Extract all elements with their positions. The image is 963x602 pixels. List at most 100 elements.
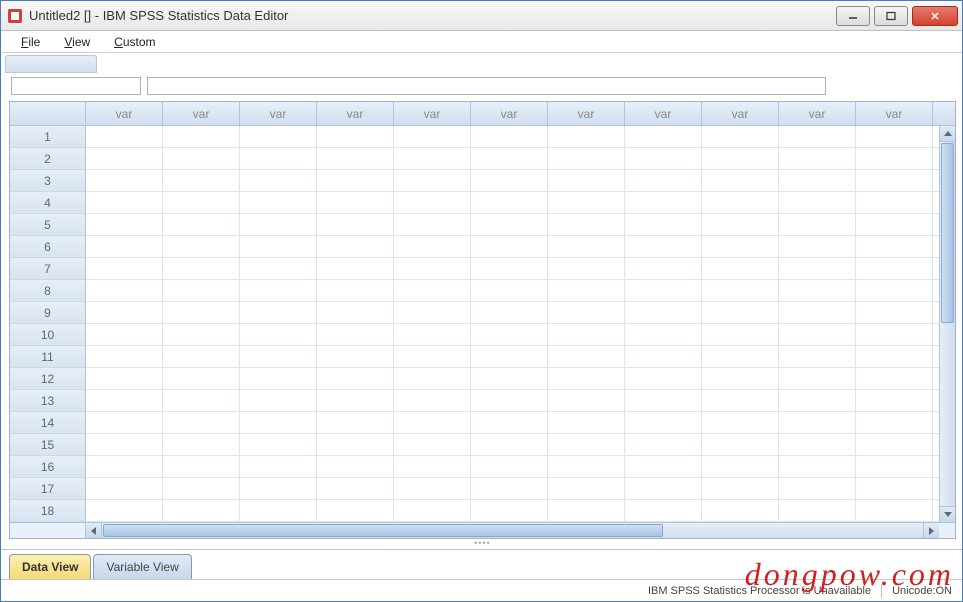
cell[interactable]: [317, 258, 394, 279]
cell[interactable]: [394, 500, 471, 521]
cell[interactable]: [625, 302, 702, 323]
cell[interactable]: [317, 500, 394, 521]
cell[interactable]: [625, 258, 702, 279]
cell[interactable]: [625, 192, 702, 213]
row-header[interactable]: 15: [10, 434, 86, 456]
cell[interactable]: [625, 126, 702, 147]
cell[interactable]: [240, 500, 317, 521]
cell[interactable]: [856, 346, 933, 367]
cell[interactable]: [779, 500, 856, 521]
cell[interactable]: [779, 126, 856, 147]
cell[interactable]: [317, 346, 394, 367]
cell[interactable]: [625, 214, 702, 235]
cell[interactable]: [625, 368, 702, 389]
cell[interactable]: [779, 368, 856, 389]
cell[interactable]: [86, 236, 163, 257]
cell[interactable]: [317, 148, 394, 169]
row-header[interactable]: 9: [10, 302, 86, 324]
row-header[interactable]: 4: [10, 192, 86, 214]
cell[interactable]: [394, 280, 471, 301]
cell[interactable]: [779, 148, 856, 169]
cell[interactable]: [86, 302, 163, 323]
cell[interactable]: [86, 368, 163, 389]
cell[interactable]: [471, 170, 548, 191]
cell[interactable]: [625, 456, 702, 477]
cell[interactable]: [86, 214, 163, 235]
cell[interactable]: [163, 302, 240, 323]
cell[interactable]: [317, 280, 394, 301]
cell[interactable]: [240, 214, 317, 235]
cell[interactable]: [240, 478, 317, 499]
cell[interactable]: [779, 214, 856, 235]
cell[interactable]: [240, 390, 317, 411]
cell[interactable]: [702, 324, 779, 345]
cell[interactable]: [163, 170, 240, 191]
minimize-button[interactable]: [836, 6, 870, 26]
cell[interactable]: [548, 302, 625, 323]
cell[interactable]: [394, 368, 471, 389]
cell[interactable]: [86, 170, 163, 191]
cell[interactable]: [702, 258, 779, 279]
row-header[interactable]: 11: [10, 346, 86, 368]
cell[interactable]: [856, 456, 933, 477]
cell[interactable]: [856, 500, 933, 521]
column-header[interactable]: var: [317, 102, 394, 125]
column-header[interactable]: var: [625, 102, 702, 125]
cell[interactable]: [394, 148, 471, 169]
cell[interactable]: [856, 192, 933, 213]
cell[interactable]: [471, 456, 548, 477]
cell[interactable]: [471, 214, 548, 235]
scroll-left-icon[interactable]: [86, 523, 102, 538]
cell[interactable]: [163, 280, 240, 301]
cell[interactable]: [317, 302, 394, 323]
cell[interactable]: [625, 478, 702, 499]
cell[interactable]: [394, 346, 471, 367]
cell[interactable]: [240, 236, 317, 257]
cell[interactable]: [86, 412, 163, 433]
column-header[interactable]: var: [163, 102, 240, 125]
cell[interactable]: [394, 478, 471, 499]
cell[interactable]: [317, 192, 394, 213]
cell[interactable]: [625, 412, 702, 433]
cell[interactable]: [240, 302, 317, 323]
cell[interactable]: [317, 456, 394, 477]
scroll-up-icon[interactable]: [940, 126, 955, 142]
cell[interactable]: [856, 434, 933, 455]
cell[interactable]: [779, 236, 856, 257]
cell[interactable]: [471, 324, 548, 345]
cell[interactable]: [702, 368, 779, 389]
row-header[interactable]: 7: [10, 258, 86, 280]
cell[interactable]: [702, 302, 779, 323]
cell[interactable]: [779, 346, 856, 367]
cell[interactable]: [240, 192, 317, 213]
cell[interactable]: [86, 434, 163, 455]
cell[interactable]: [702, 478, 779, 499]
row-header[interactable]: 2: [10, 148, 86, 170]
cell[interactable]: [317, 434, 394, 455]
cell[interactable]: [394, 390, 471, 411]
cell[interactable]: [163, 390, 240, 411]
cell[interactable]: [163, 148, 240, 169]
cell[interactable]: [240, 412, 317, 433]
cell[interactable]: [625, 434, 702, 455]
menu-custom[interactable]: Custom: [102, 33, 167, 51]
cell[interactable]: [86, 280, 163, 301]
cell[interactable]: [86, 390, 163, 411]
cell[interactable]: [779, 412, 856, 433]
cell[interactable]: [702, 280, 779, 301]
cell[interactable]: [856, 280, 933, 301]
column-header[interactable]: var: [471, 102, 548, 125]
cell[interactable]: [471, 148, 548, 169]
resize-grip-icon[interactable]: ••••: [9, 539, 956, 547]
cell[interactable]: [240, 280, 317, 301]
cell[interactable]: [702, 500, 779, 521]
cell[interactable]: [548, 324, 625, 345]
column-header[interactable]: var: [548, 102, 625, 125]
cell[interactable]: [86, 126, 163, 147]
cell[interactable]: [317, 324, 394, 345]
cell[interactable]: [163, 478, 240, 499]
scroll-down-icon[interactable]: [940, 506, 955, 522]
formula-input[interactable]: [147, 77, 826, 95]
cell[interactable]: [548, 214, 625, 235]
cell[interactable]: [702, 148, 779, 169]
